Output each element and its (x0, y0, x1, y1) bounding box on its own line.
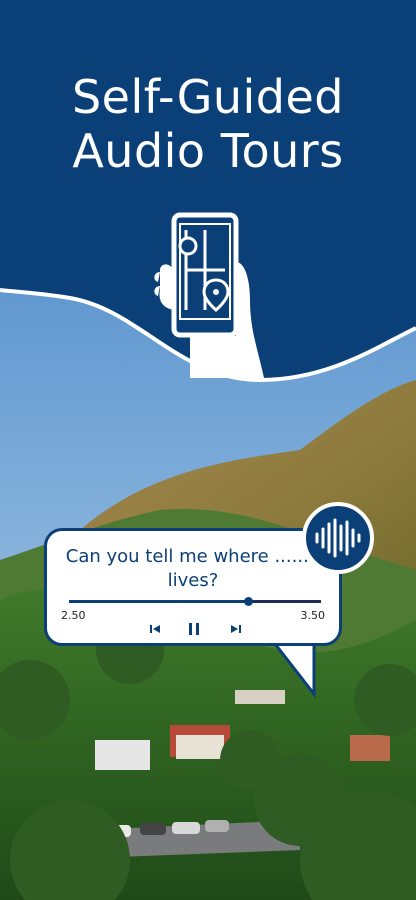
progress-slider[interactable] (69, 597, 321, 606)
audio-player-bubble: Can you tell me where ........ lives? 2.… (44, 528, 342, 646)
sound-wave-icon (302, 502, 374, 574)
headline-line-1: Self-Guided (71, 70, 345, 124)
progress-fill (69, 600, 248, 603)
headline-line-2: Audio Tours (72, 124, 344, 178)
headline: Self-Guided Audio Tours (0, 70, 416, 178)
question-line-1: Can you tell me where ........ (65, 546, 321, 567)
phone-map-icon (154, 212, 264, 378)
question-text: Can you tell me where ........ lives? (47, 545, 339, 593)
skip-next-icon[interactable] (226, 619, 246, 639)
playback-controls (47, 619, 339, 639)
bubble-tail (270, 640, 316, 699)
sound-wave-bars (315, 518, 361, 558)
progress-knob[interactable] (243, 597, 253, 606)
pause-icon[interactable] (184, 619, 204, 639)
question-line-2: lives? (167, 570, 219, 591)
skip-previous-icon[interactable] (145, 619, 165, 639)
